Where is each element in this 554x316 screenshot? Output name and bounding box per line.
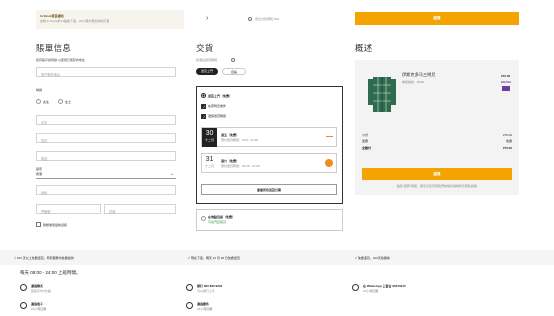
home-radio[interactable] [201,93,206,98]
email-title[interactable]: 通過電子 [31,302,43,306]
check-nearby[interactable] [201,104,206,109]
pay-button[interactable]: 結算 [362,168,512,180]
check-time-label: 選擇送貨時間 [208,114,227,118]
radio-mr-label: 先生 [43,100,50,104]
checkout-button-top[interactable]: 結算 [355,12,519,25]
pickup-sub: 可在門店取貨 [208,220,227,224]
delivery-note: 香港島送貨時間 [196,58,218,62]
login-note[interactable]: 如有賬戶請登錄 以使用已保存的地址 [36,58,85,62]
summary-panel: 伊斯克多马三明尼 綠色格紋 · 38/40 270.00 BRAVA 小計 27… [355,60,519,195]
chat-title[interactable]: 通過聊天 [31,284,43,288]
door-field[interactable]: 門牌號 [36,204,101,214]
product-tag: BRAVA [501,80,512,84]
pickup-panel[interactable]: 在地點自提（免費） 可在門店取貨 [196,209,343,231]
product-price: 270.00 [501,74,511,78]
promo-subtitle: 在線 In Stock於12點前下單，24小時內發出你的訂單 [40,19,110,23]
chat-sub: 回答平均3分鐘 [31,289,51,293]
shipping-label: 運費 [362,139,369,143]
lock-icon [248,17,252,21]
phone-title[interactable]: 撥打 800 899 9233 [197,284,222,288]
summary-heading: 概述 [355,44,373,54]
delivery-heading: 交貨 [196,44,214,54]
mail-sub: 24小時回覆 [197,307,213,311]
phone-field[interactable]: 電話 [36,151,176,161]
date-title-1: 週五（免費） [221,133,240,137]
phone-sub: 可以撥打上午 [197,289,216,293]
checkout-button-top-label: 結算 [433,16,441,20]
newsletter-label: 我想收到最新資訊 [43,223,68,227]
email-sub: 24小時回覆 [31,307,47,311]
option-tab-home[interactable]: 送貨上門 [196,68,218,75]
last-name-field[interactable]: 姓氏 [36,133,176,143]
chevron-right-icon: › [206,15,209,22]
date-month-2: 十二月 [204,164,214,168]
radio-ms[interactable] [58,99,63,104]
title-label: 稱謂 [36,88,43,92]
date-badge-1: 30 十二月 [202,128,217,147]
date-option-1[interactable]: 30 十二月 週五（免費） 預計送貨時間：9:00 - 21:00 [201,127,337,147]
check-nearby-label: 在家附近收件 [208,104,227,108]
product-variant: 綠色格紋 · 38/40 [402,80,425,84]
whatsapp-sub: 24小時回覆 [363,289,379,293]
date-num-1: 30 [205,130,214,137]
district-field[interactable]: 區域 [104,204,176,214]
radio-ms-label: 女士 [65,100,72,104]
info-icon [231,58,235,62]
email-icon [20,302,27,309]
promo-banner[interactable]: In Stock發貨通知 在線 In Stock於12點前下單，24小時內發出你… [36,10,208,29]
product-name: 伊斯克多马三明尼 [402,72,436,77]
guarantee-1: ✓ 100 天以上免費退貨，所有服務均免費提供 [14,256,74,260]
billing-heading: 賬單信息 [36,44,72,54]
date-option-2[interactable]: 31 十二月 週六（免費） 預計送貨時間：09:00 - 21:00 [201,153,337,173]
subtotal-value: 270.00 [502,133,512,137]
mail-icon [186,302,193,309]
whatsapp-icon [352,284,359,291]
play-icon [325,159,333,167]
terms-text: 點擊"結算"按鈕，即表示您同意我們的條款與條件及隱私政策 [396,184,478,188]
pay-button-label: 結算 [433,172,441,176]
secure-label: 安全付款通知 SSL [255,17,280,21]
radio-mr[interactable] [36,99,41,104]
phone-icon [186,284,193,291]
more-dates-button[interactable]: 查看所有送貨日期 [201,184,337,195]
date-month-1: 十二月 [204,138,214,142]
guarantee-3: ✓ 免費退貨，100天免費換 [355,256,390,260]
edit-icon[interactable] [502,86,510,91]
first-name-field[interactable]: 名字 [36,115,176,125]
check-time[interactable] [201,114,206,119]
shipping-value: 免費 [505,139,512,143]
home-delivery-panel: 送貨上門（免費） 在家附近收件 選擇送貨時間 30 十二月 週五（免費） 預計送… [196,86,343,204]
minus-icon [326,136,333,138]
guarantee-2: ✓ 現在下單，明天 12 月 30 日免費送貨 [188,256,240,260]
promo-title: In Stock發貨通知 [40,14,64,18]
option-tab-pickup[interactable]: 自提 [222,68,246,75]
hours-text: 每天 08:00 - 24:00 上班時間。 [20,270,81,275]
product-image [367,75,397,115]
address-field[interactable]: 地址 [36,185,176,195]
date-time-1: 預計送貨時間：9:00 - 21:00 [221,138,259,142]
mail-title[interactable]: 通過郵件 [197,302,209,306]
date-badge-2: 31 十二月 [202,154,217,173]
newsletter-checkbox[interactable] [36,222,41,227]
pickup-label: 在地點自提（免費） [208,215,236,219]
chat-icon [20,284,27,291]
date-time-2: 預計送貨時間：09:00 - 21:00 [221,164,260,168]
subtotal-label: 小計 [362,133,369,137]
guarantees-bar: ✓ 100 天以上免費退貨，所有服務均免費提供 ✓ 現在下單，明天 12 月 3… [0,250,554,265]
chevron-down-icon: ⌄ [170,171,175,177]
home-label: 送貨上門（免費） [208,94,233,98]
country-select[interactable]: 香港 [36,172,176,179]
date-num-2: 31 [205,156,214,163]
email-field[interactable]: 電子郵件地址 [36,67,176,77]
date-title-2: 週六（免費） [221,159,240,163]
whatsapp-title[interactable]: 在 WhatsApp 上留言 96370315 [363,284,406,288]
total-value: 270.00 [502,146,512,150]
country-label: 國家 [36,167,43,171]
total-label: 全額付 [362,146,372,150]
pickup-radio[interactable] [201,216,206,221]
